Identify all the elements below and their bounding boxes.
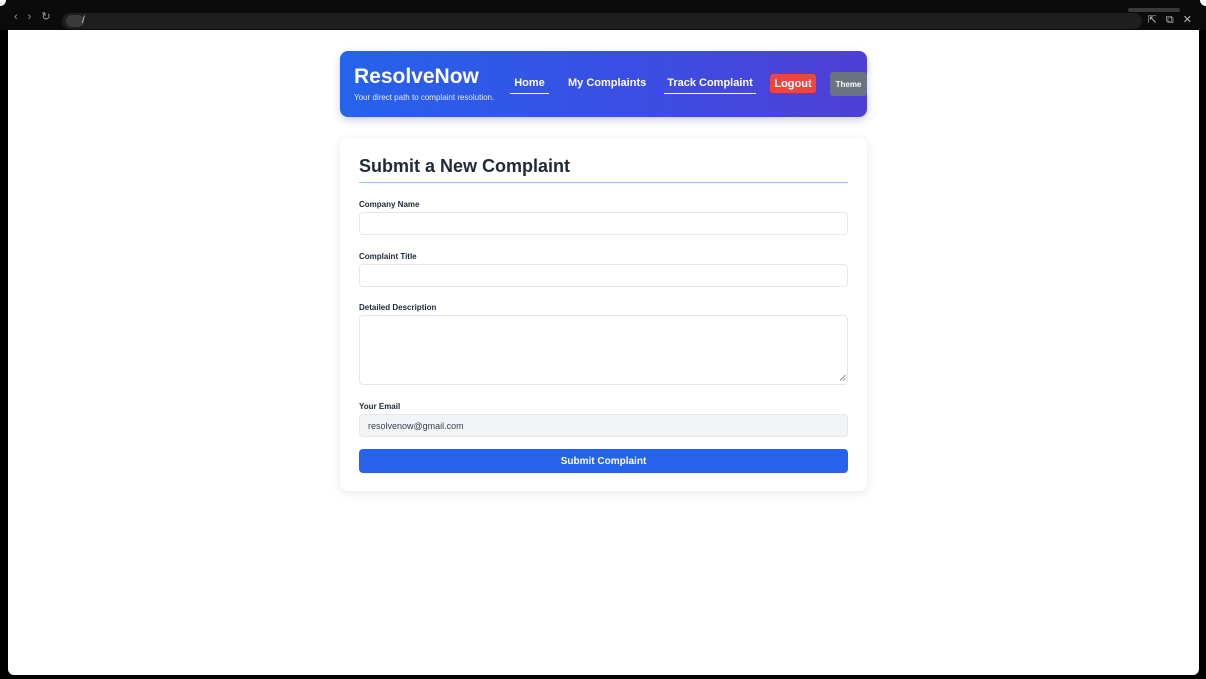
complaint-title-label: Complaint Title: [359, 252, 417, 261]
window-icon[interactable]: ⧉: [1166, 14, 1174, 26]
theme-button[interactable]: Theme: [830, 72, 867, 96]
description-label: Detailed Description: [359, 303, 437, 312]
nav-home[interactable]: Home: [510, 77, 549, 94]
nav-my-complaints[interactable]: My Complaints: [568, 77, 646, 90]
company-name-input[interactable]: [359, 212, 848, 235]
submit-complaint-button[interactable]: Submit Complaint: [359, 449, 848, 473]
browser-nav-buttons: ‹ › ↻: [14, 12, 51, 23]
email-label: Your Email: [359, 402, 401, 411]
logout-button[interactable]: Logout: [770, 74, 816, 93]
corner-decoration: [0, 0, 6, 6]
site-header: ResolveNow Your direct path to complaint…: [340, 51, 867, 117]
company-name-label: Company Name: [359, 200, 420, 209]
tab-indicator: [1128, 8, 1180, 12]
complaint-form-card: Submit a New Complaint Company Name Comp…: [340, 138, 867, 491]
page-viewport: ResolveNow Your direct path to complaint…: [8, 30, 1199, 675]
window-controls: ⇱ ⧉ ✕: [1148, 14, 1192, 26]
back-icon[interactable]: ‹: [14, 12, 18, 23]
description-textarea[interactable]: [359, 315, 848, 385]
email-input[interactable]: [359, 414, 848, 437]
resize-grip-icon[interactable]: [839, 374, 846, 381]
form-title: Submit a New Complaint: [359, 156, 848, 183]
close-icon[interactable]: ✕: [1183, 14, 1192, 26]
corner-decoration: [1200, 0, 1206, 6]
brand-logo[interactable]: ResolveNow: [354, 65, 479, 89]
nav-track-complaint[interactable]: Track Complaint: [664, 77, 756, 94]
pointer-icon[interactable]: ⇱: [1148, 14, 1157, 26]
browser-chrome: ‹ › ↻ / ⇱ ⧉ ✕: [0, 0, 1206, 30]
brand-tagline: Your direct path to complaint resolution…: [354, 93, 495, 102]
forward-icon[interactable]: ›: [28, 12, 32, 23]
reload-icon[interactable]: ↻: [41, 12, 50, 23]
url-text: /: [82, 15, 85, 26]
address-bar[interactable]: /: [62, 13, 1142, 29]
complaint-title-input[interactable]: [359, 264, 848, 287]
